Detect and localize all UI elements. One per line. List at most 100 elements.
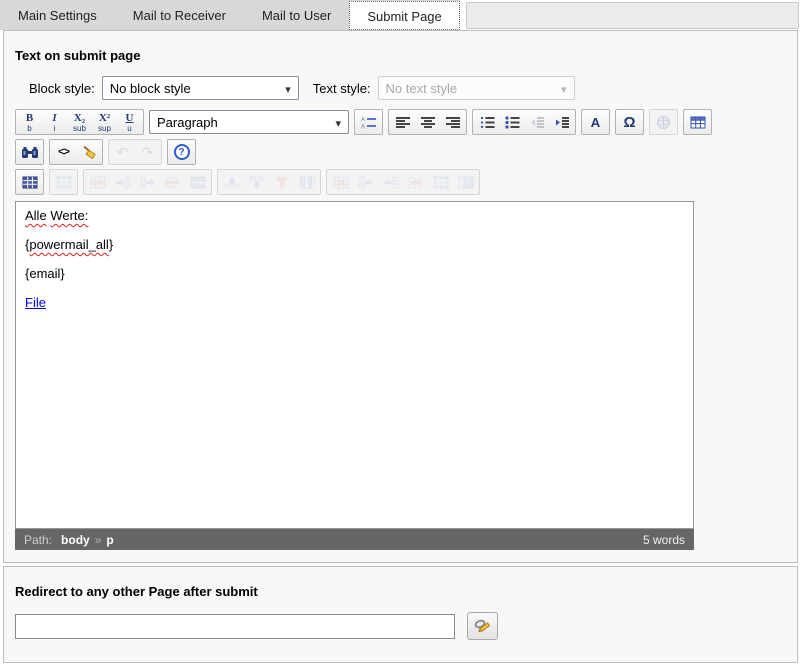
tab-bar: Main Settings Mail to Receiver Mail to U… [0,0,801,30]
remove-format-button[interactable] [76,141,101,163]
special-character-button[interactable]: Ω [617,111,642,133]
justify-right-button[interactable] [440,111,465,133]
editor-paragraph: Alle Werte: [25,208,684,223]
cell-properties-button [328,171,353,193]
italic-icon: Ii [52,112,56,133]
indent-button[interactable] [549,111,574,133]
text-style-select: No text style [378,76,575,100]
cell-delete-button [403,171,428,193]
row-delete-icon [165,176,181,189]
redo-button: ↷ [135,141,160,163]
ordered-list-button[interactable] [474,111,499,133]
unordered-list-button[interactable] [499,111,524,133]
binoculars-icon [21,146,39,159]
column-insert-before-button [219,171,244,193]
cell-split-icon [458,176,474,189]
list-group [472,109,576,135]
column-split-button [294,171,319,193]
italic-button[interactable]: Ii [42,111,67,133]
browse-record-button[interactable] [467,612,498,640]
cell-properties-icon [333,176,349,189]
cell-operations-group [326,169,480,195]
cell-insert-before-icon [358,176,374,189]
block-style-value: No block style [110,81,191,96]
line-style-group: AA [354,109,383,135]
rte-toolbar-row1: Bb Ii X₂sub X²sup Uu Paragraph AA A [15,109,797,135]
svg-text:A: A [361,117,365,123]
outdent-button [524,111,549,133]
path-label: Path: [24,533,52,547]
submit-page-panel: Text on submit page Block style: No bloc… [3,30,798,563]
tab-mail-to-receiver[interactable]: Mail to Receiver [115,0,244,30]
superscript-button[interactable]: X²sup [92,111,117,133]
column-delete-button [269,171,294,193]
redirect-page-input[interactable] [15,614,455,639]
abbreviation-button[interactable]: A [583,111,608,133]
tab-mail-to-user[interactable]: Mail to User [244,0,349,30]
justify-left-button[interactable] [390,111,415,133]
column-delete-icon [274,176,290,189]
insert-table-group [683,109,712,135]
style-select-row: Block style: No block style Text style: … [15,76,797,100]
view-source-button[interactable]: <> [51,141,76,163]
cell-insert-after-icon [383,176,399,189]
justify-center-icon [420,116,436,129]
block-style-select[interactable]: No block style [102,76,299,100]
undo-icon: ↶ [117,144,129,161]
tab-strip: Main Settings Mail to Receiver Mail to U… [0,0,460,30]
help-button[interactable]: ? [169,141,194,163]
indent-icon [554,116,570,129]
toggle-borders-icon [22,176,38,189]
tab-main-settings[interactable]: Main Settings [0,0,115,30]
toggle-borders-group [15,169,44,195]
unordered-list-icon [504,116,520,129]
editor-paragraph: {powermail_all} [25,237,684,252]
path-separator: » [95,533,102,547]
table-properties-icon [56,176,72,189]
underline-button[interactable]: Uu [117,111,142,133]
link-pencil-icon [474,618,491,634]
column-operations-group [217,169,321,195]
word-count: 5 words [643,533,685,547]
block-format-select[interactable]: Paragraph [149,110,349,134]
rte-content-area[interactable]: Alle Werte: {powermail_all} {email} File [15,201,694,529]
block-style-label: Block style: [29,81,95,96]
row-split-icon [190,176,206,189]
line-style-button[interactable]: AA [356,111,381,133]
row-operations-group [83,169,212,195]
tab-submit-page[interactable]: Submit Page [349,1,459,30]
justify-left-icon [395,116,411,129]
column-split-icon [299,176,315,189]
row-insert-below-icon [140,176,156,189]
bold-icon: Bb [26,112,33,133]
broom-icon [81,145,97,159]
superscript-icon: X²sup [98,112,111,133]
justify-right-icon [445,116,461,129]
cell-merge-button [428,171,453,193]
bold-button[interactable]: Bb [17,111,42,133]
path-node-body[interactable]: body [61,533,90,547]
file-link[interactable]: File [25,295,46,310]
row-insert-above-button [110,171,135,193]
rte-status-bar: Path: body » p 5 words [15,529,694,550]
find-replace-button[interactable] [17,141,42,163]
svg-text:A: A [361,124,365,129]
subscript-icon: X₂sub [73,112,86,133]
block-format-value: Paragraph [157,115,218,130]
redo-icon: ↷ [142,144,154,161]
path-node-p[interactable]: p [106,533,113,547]
line-style-icon: AA [361,116,377,129]
cell-split-button [453,171,478,193]
toggle-borders-button[interactable] [17,171,42,193]
rte-toolbar-row3 [15,169,797,195]
underline-icon: Uu [126,112,134,133]
special-character-group: Ω [615,109,644,135]
rte-toolbar-row2: <> ↶ ↷ ? [15,139,797,165]
insert-table-button[interactable] [685,111,710,133]
row-delete-button [160,171,185,193]
subscript-button[interactable]: X₂sub [67,111,92,133]
undo-button: ↶ [110,141,135,163]
row-insert-below-button [135,171,160,193]
justify-center-button[interactable] [415,111,440,133]
chevron-down-icon [561,81,567,96]
